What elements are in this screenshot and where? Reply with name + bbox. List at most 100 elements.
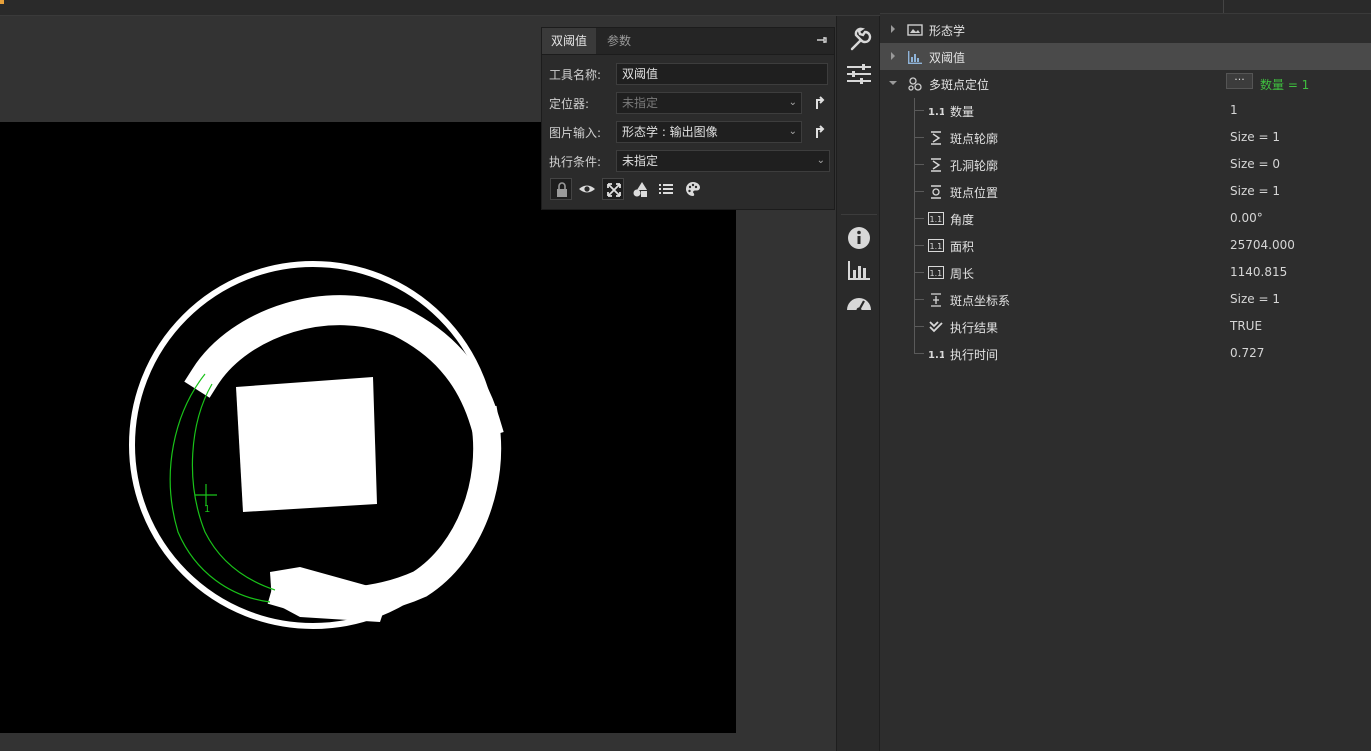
results-tree: 形态学 双阈值 多斑点定位 ··· 数量 = 1 1.11 数量 1 斑点轮廓 Size…	[880, 0, 1371, 751]
condition-select[interactable]: 未指定 ⌄	[616, 150, 830, 172]
tree-connector	[914, 218, 924, 219]
top-strip	[0, 0, 880, 16]
shapes-icon[interactable]	[629, 178, 651, 200]
condition-value: 未指定	[622, 154, 659, 168]
result-value: 25704.000	[1230, 238, 1295, 252]
svg-text:1.11: 1.11	[930, 269, 945, 278]
result-label: 周长	[950, 267, 975, 281]
tree-node[interactable]: 形态学	[880, 16, 1371, 43]
palette-icon[interactable]	[682, 178, 704, 200]
link-arrow-icon[interactable]	[811, 93, 829, 113]
result-value: Size = 1	[1230, 184, 1280, 198]
tree-connector	[914, 299, 924, 300]
result-label: 斑点轮廓	[950, 132, 999, 146]
number-array-icon: 1.11	[928, 266, 945, 279]
accent-mark	[0, 0, 4, 4]
number-array-icon: 1.11	[928, 212, 945, 225]
result-row[interactable]: 斑点位置 Size = 1	[880, 178, 1371, 205]
locator-label: 定位器:	[549, 97, 590, 111]
result-label: 执行结果	[950, 321, 999, 335]
result-row[interactable]: 斑点坐标系 Size = 1	[880, 286, 1371, 313]
list-icon[interactable]	[655, 178, 677, 200]
tree-node-label: 形态学	[929, 24, 966, 38]
caret-down-icon[interactable]	[888, 78, 898, 88]
tree-node-selected[interactable]: 双阈值	[880, 43, 1371, 70]
number-icon: 1.11	[928, 350, 944, 361]
result-label: 执行时间	[950, 348, 999, 362]
info-icon[interactable]	[844, 224, 874, 252]
chevron-down-icon: ⌄	[788, 97, 797, 108]
caret-right-icon[interactable]	[888, 24, 898, 34]
svg-text:1.11: 1.11	[930, 215, 945, 224]
vertical-toolbar	[836, 16, 880, 751]
contour-icon	[931, 131, 941, 145]
tree-connector	[914, 191, 924, 192]
tool-panel: 双阈值 参数 工具名称: 双阈值 定位器: 未指定 ⌄ 图片输入: 形态学 : …	[541, 27, 835, 210]
image-input-label: 图片输入:	[549, 126, 602, 140]
result-label: 孔洞轮廓	[950, 159, 999, 173]
caret-right-icon[interactable]	[888, 51, 898, 61]
number-icon: 1.11	[928, 107, 944, 118]
svg-text:1.11: 1.11	[930, 242, 945, 251]
wrench-icon[interactable]	[844, 26, 874, 54]
blob-icon	[908, 77, 922, 91]
result-value: Size = 0	[1230, 157, 1280, 171]
locator-row: 定位器: 未指定 ⌄	[549, 92, 831, 114]
result-row[interactable]: 执行结果 TRUE	[880, 313, 1371, 340]
svg-text:1.11: 1.11	[928, 107, 944, 118]
result-row[interactable]: 1.11 数量 1	[880, 97, 1371, 124]
contour-icon	[931, 158, 941, 172]
result-label: 斑点位置	[950, 186, 999, 200]
chevron-down-icon: ⌄	[816, 155, 825, 166]
toolbar-separator	[841, 214, 877, 215]
binary-image: 1	[0, 122, 736, 733]
result-value: Size = 1	[1230, 130, 1280, 144]
tool-name-row: 工具名称: 双阈值	[549, 63, 831, 85]
result-label: 斑点坐标系	[950, 294, 1011, 308]
result-icon	[929, 321, 943, 333]
result-label: 角度	[950, 213, 975, 227]
tab-params[interactable]: 参数	[598, 28, 640, 54]
result-row[interactable]: 1.11 周长 1140.815	[880, 259, 1371, 286]
tree-node-expanded[interactable]: 多斑点定位 ··· 数量 = 1	[880, 70, 1371, 97]
chevron-down-icon: ⌄	[788, 126, 797, 137]
fit-icon[interactable]	[602, 178, 624, 200]
panel-tabs: 双阈值 参数	[542, 28, 834, 55]
more-button[interactable]: ···	[1226, 73, 1253, 89]
image-input-select[interactable]: 形态学 : 输出图像 ⌄	[616, 121, 802, 143]
position-icon	[931, 185, 941, 199]
image-view[interactable]: 1	[0, 122, 736, 733]
link-arrow-icon[interactable]	[811, 122, 829, 142]
bar-chart-icon[interactable]	[844, 256, 874, 284]
sliders-icon[interactable]	[844, 60, 874, 88]
tab-dual-threshold[interactable]: 双阈值	[542, 28, 597, 54]
result-row[interactable]: 1.11 面积 25704.000	[880, 232, 1371, 259]
result-row[interactable]: 1.11 执行时间 0.727	[880, 340, 1371, 367]
gauge-icon[interactable]	[844, 290, 874, 318]
locator-select[interactable]: 未指定 ⌄	[616, 92, 802, 114]
result-label: 数量	[950, 105, 975, 119]
blob-count: 数量 = 1	[1260, 78, 1310, 92]
tree-node-label: 双阈值	[929, 51, 966, 65]
condition-label: 执行条件:	[549, 155, 602, 169]
pin-icon[interactable]	[815, 34, 827, 46]
result-label: 面积	[950, 240, 975, 254]
result-row[interactable]: 孔洞轮廓 Size = 0	[880, 151, 1371, 178]
result-value: Size = 1	[1230, 292, 1280, 306]
result-row[interactable]: 斑点轮廓 Size = 1	[880, 124, 1371, 151]
tree-connector	[914, 137, 924, 138]
tree-header	[880, 0, 1371, 14]
eye-icon[interactable]	[576, 178, 598, 200]
coordinate-icon	[931, 293, 941, 307]
histogram-icon	[908, 51, 922, 64]
tree-connector	[914, 353, 924, 354]
tool-name-label: 工具名称:	[549, 68, 602, 82]
tree-connector	[914, 164, 924, 165]
result-row[interactable]: 1.11 角度 0.00°	[880, 205, 1371, 232]
blob-label: 1	[204, 504, 210, 515]
lock-icon[interactable]	[550, 178, 572, 200]
tree-node-label: 多斑点定位	[929, 78, 990, 92]
tool-name-input[interactable]: 双阈值	[616, 63, 828, 85]
tree-connector	[914, 326, 924, 327]
locator-value: 未指定	[622, 96, 659, 110]
